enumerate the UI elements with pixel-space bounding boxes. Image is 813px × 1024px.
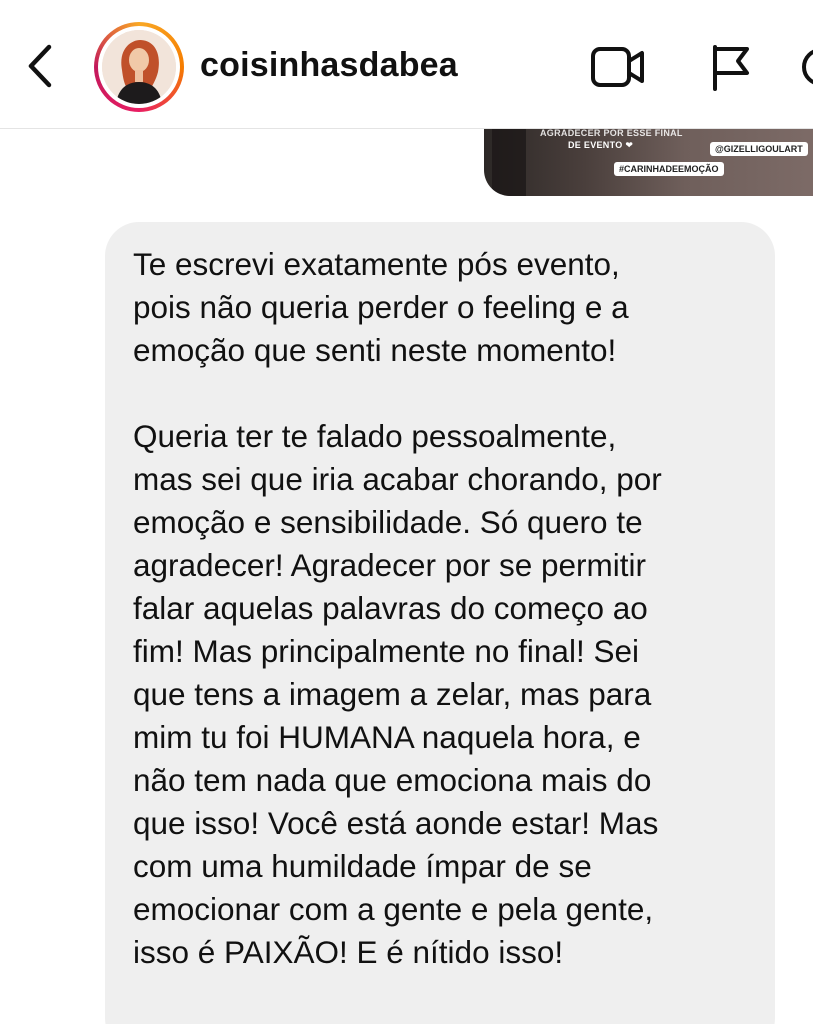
profile-photo [102,30,176,104]
image-caption-line-1: AGRADECER POR ESSE FINAL [540,128,683,138]
image-hashtag: #CARINHADEEMOÇÃO [614,162,724,176]
dm-conversation-screen: AGRADECER POR ESSE FINAL DE EVENTO ❤ @GI… [0,0,813,1024]
video-call-button[interactable] [590,42,646,92]
photo-figure [492,118,526,196]
chevron-left-icon [28,44,52,88]
report-flag-button[interactable] [702,42,758,92]
conversation-username[interactable]: coisinhasdabea [200,46,458,85]
flag-icon [713,45,749,91]
conversation-header: coisinhasdabea [0,0,813,129]
profile-avatar-ring[interactable] [94,22,184,112]
back-button[interactable] [18,38,62,94]
avatar [102,30,176,104]
image-mention-tag: @GIZELLIGOULART [710,142,808,156]
avatar-border [98,26,180,108]
info-circle-icon [802,49,813,85]
received-message-text: Te escrevi exatamente pós evento, pois n… [133,246,662,970]
video-camera-icon [591,47,644,87]
image-caption-line-2: DE EVENTO ❤ [568,140,634,150]
info-button[interactable] [795,42,813,92]
